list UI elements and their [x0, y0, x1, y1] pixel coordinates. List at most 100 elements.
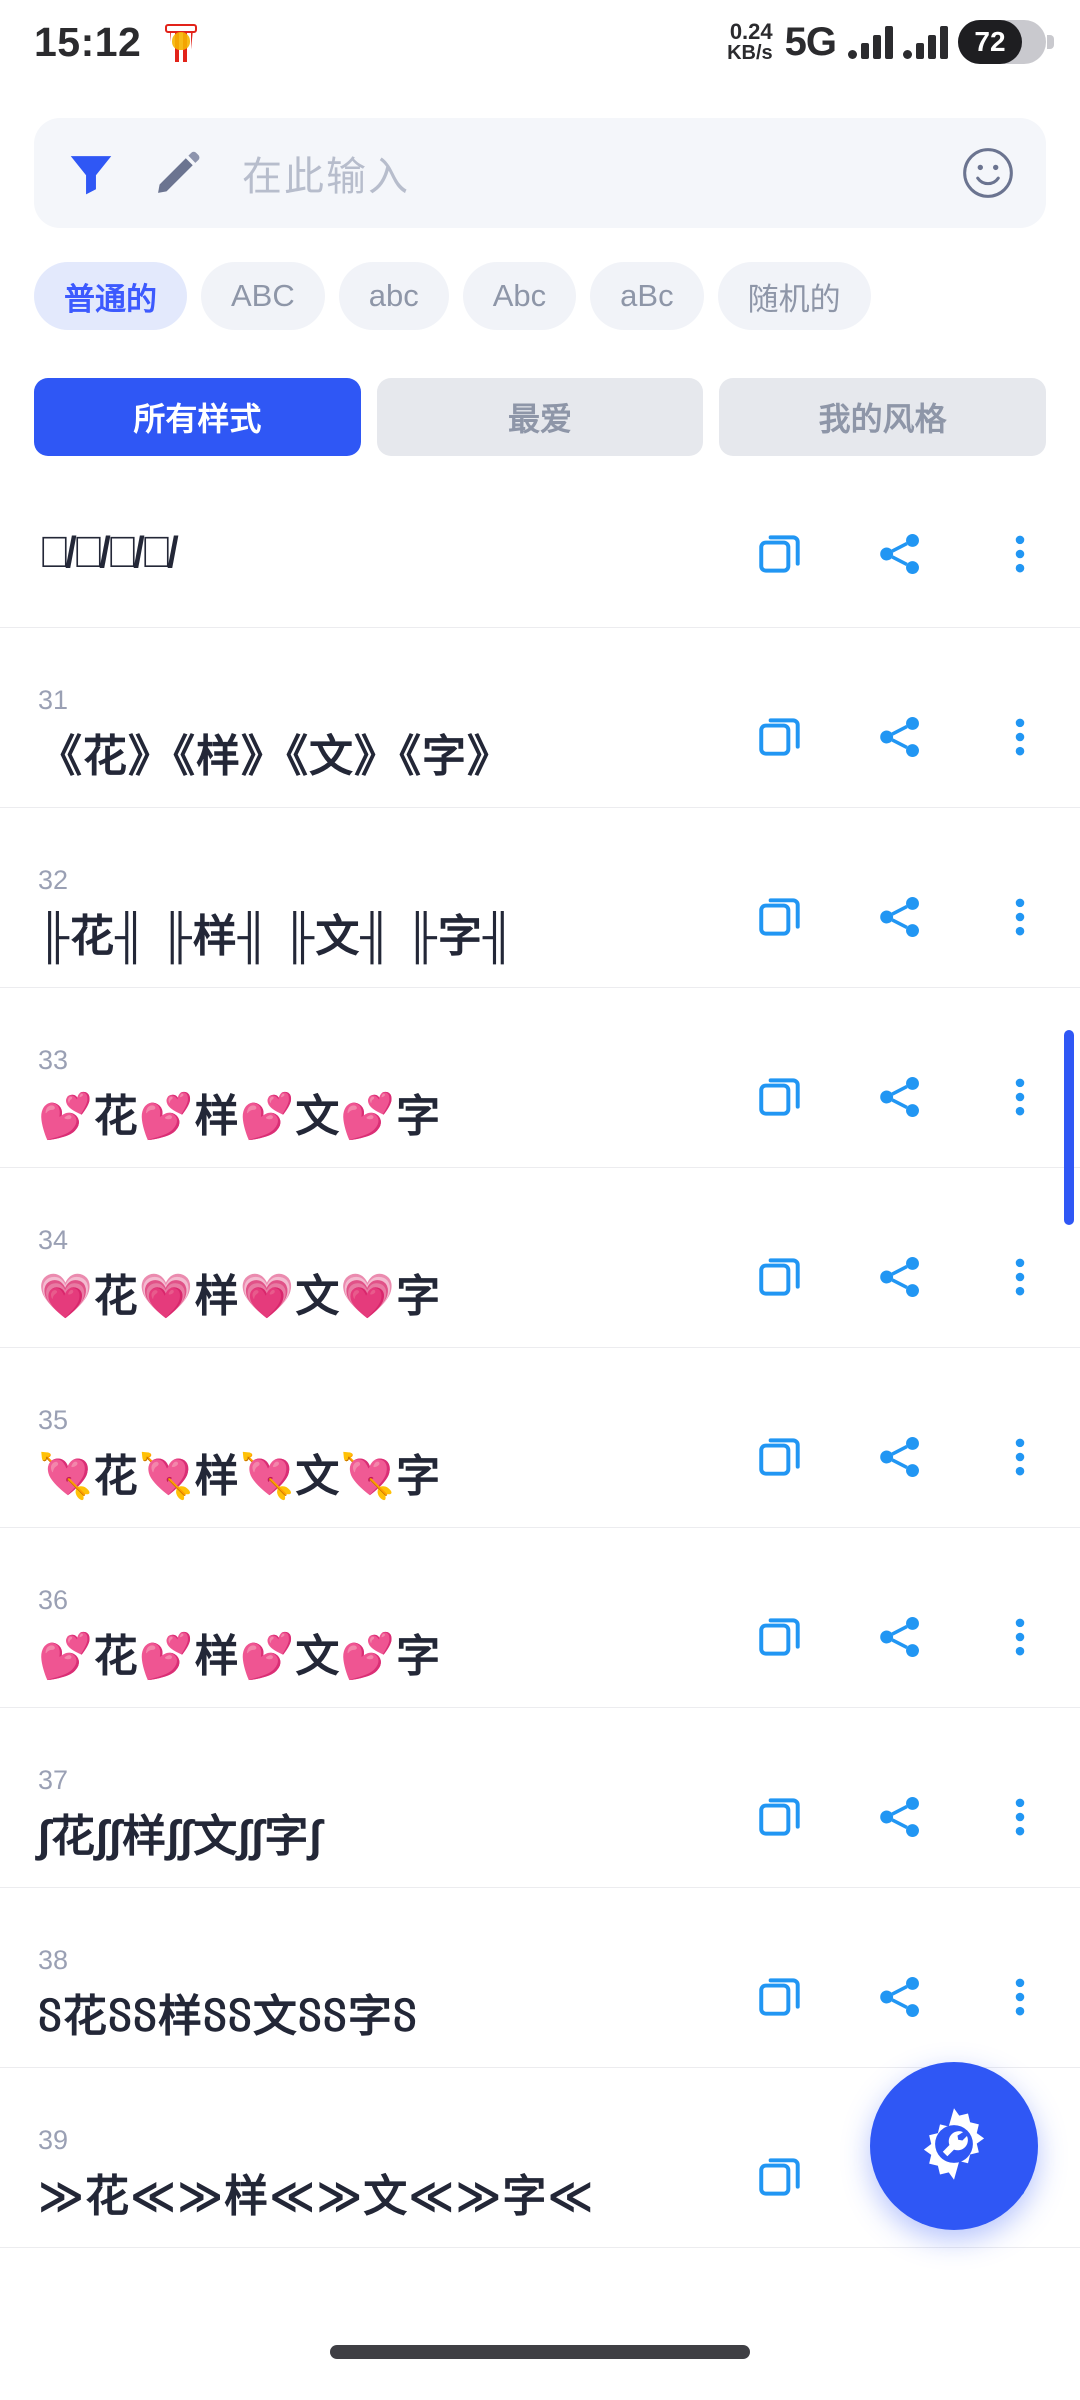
- network-type-label: 5G: [784, 19, 837, 64]
- share-icon[interactable]: [864, 881, 936, 953]
- status-bar: 15:12 0.24 KB/s 5G 72: [0, 0, 1080, 84]
- more-vertical-icon[interactable]: [984, 701, 1056, 773]
- share-icon[interactable]: [864, 1421, 936, 1493]
- row-action-group: [720, 1961, 1080, 2067]
- chip-mixed[interactable]: aBc: [590, 262, 704, 330]
- copy-icon[interactable]: [744, 701, 816, 773]
- kfc-bucket-icon: [163, 20, 199, 64]
- table-row[interactable]: 花̸样̸文̸字̸: [0, 480, 1080, 628]
- copy-icon[interactable]: [744, 1961, 816, 2033]
- table-row[interactable]: 38 ჽ花ჽჽ样ჽჽ文ჽჽ字ჽ: [0, 1888, 1080, 2068]
- tab-my-styles[interactable]: 我的风格: [719, 378, 1047, 456]
- tab-favorites[interactable]: 最爱: [376, 378, 704, 456]
- chip-upper[interactable]: ABC: [201, 262, 325, 330]
- row-content: 38 ჽ花ჽჽ样ჽჽ文ჽჽ字ჽ: [38, 1945, 720, 2067]
- more-vertical-icon[interactable]: [984, 881, 1056, 953]
- style-preview-text: 花̸样̸文̸字̸: [38, 528, 174, 578]
- row-action-group: [720, 1241, 1080, 1347]
- share-icon[interactable]: [864, 1061, 936, 1133]
- row-content: 35 💘花💘样💘文💘字: [38, 1405, 720, 1527]
- signal-bars-icon-2: [903, 25, 948, 59]
- more-vertical-icon[interactable]: [984, 1241, 1056, 1313]
- table-row[interactable]: 33 💕花💕样💕文💕字: [0, 988, 1080, 1168]
- copy-icon[interactable]: [744, 518, 816, 590]
- share-icon[interactable]: [864, 1961, 936, 2033]
- more-vertical-icon[interactable]: [984, 1061, 1056, 1133]
- copy-icon[interactable]: [744, 2141, 816, 2213]
- network-speed-unit: KB/s: [727, 42, 773, 64]
- copy-icon[interactable]: [744, 1781, 816, 1853]
- row-content: 36 💕花💕样💕文💕字: [38, 1585, 720, 1707]
- row-content: 花̸样̸文̸字̸: [38, 528, 720, 579]
- table-row[interactable]: 37 ∫花∫∫样∫∫文∫∫字∫: [0, 1708, 1080, 1888]
- battery-percent-label: 72: [974, 26, 1006, 57]
- smiley-face-icon[interactable]: [960, 145, 1016, 201]
- style-preview-text: ჽ花ჽჽ样ჽჽ文ჽჽ字ჽ: [38, 1992, 418, 2042]
- share-icon[interactable]: [864, 1781, 936, 1853]
- case-filter-chips: 普通的 ABC abc Abc aBc 随机的: [34, 262, 1046, 330]
- share-icon[interactable]: [864, 1241, 936, 1313]
- style-index: 39: [38, 2125, 69, 2156]
- table-row[interactable]: 31 《花》《样》《文》《字》: [0, 628, 1080, 808]
- settings-fab-button[interactable]: [870, 2062, 1038, 2230]
- row-action-group: [720, 1781, 1080, 1887]
- row-action-group: [720, 1601, 1080, 1707]
- more-vertical-icon[interactable]: [984, 518, 1056, 590]
- status-bar-right-cluster: 0.24 KB/s 5G 72: [727, 19, 1054, 65]
- row-action-group: [720, 881, 1080, 987]
- more-vertical-icon[interactable]: [984, 1781, 1056, 1853]
- pencil-icon[interactable]: [152, 147, 204, 199]
- style-index: 32: [38, 865, 69, 896]
- copy-icon[interactable]: [744, 1241, 816, 1313]
- style-index: 38: [38, 1945, 69, 1976]
- share-icon[interactable]: [864, 701, 936, 773]
- settings-gear-icon: [912, 2102, 996, 2191]
- style-preview-text: 💕花💕样💕文💕字: [38, 1092, 442, 1142]
- table-row[interactable]: 36 💕花💕样💕文💕字: [0, 1528, 1080, 1708]
- home-indicator[interactable]: [330, 2345, 750, 2359]
- style-index: 36: [38, 1585, 69, 1616]
- style-index: 35: [38, 1405, 69, 1436]
- style-preview-text: ∫花∫∫样∫∫文∫∫字∫: [38, 1812, 323, 1862]
- search-bar[interactable]: 在此输入: [34, 118, 1046, 228]
- chip-random[interactable]: 随机的: [717, 262, 871, 330]
- tab-bar: 所有样式 最爱 我的风格: [34, 378, 1047, 456]
- row-action-group: [720, 1061, 1080, 1167]
- row-action-group: [720, 1421, 1080, 1527]
- style-preview-text: 💕花💕样💕文💕字: [38, 1632, 442, 1682]
- chip-lower[interactable]: abc: [338, 262, 449, 330]
- row-content: 33 💕花💕样💕文💕字: [38, 1045, 720, 1167]
- search-input[interactable]: 在此输入: [242, 144, 410, 202]
- row-action-group: [720, 701, 1080, 807]
- row-content: 34 💗花💗样💗文💗字: [38, 1225, 720, 1347]
- copy-icon[interactable]: [744, 881, 816, 953]
- filter-funnel-icon[interactable]: [64, 146, 118, 200]
- style-index: 33: [38, 1045, 69, 1076]
- table-row[interactable]: 32 ╟花╢ ╟样╢ ╟文╢ ╟字╢: [0, 808, 1080, 988]
- style-preview-text: 《花》《样》《文》《字》: [38, 732, 512, 782]
- share-icon[interactable]: [864, 1601, 936, 1673]
- style-index: 31: [38, 685, 69, 716]
- share-icon[interactable]: [864, 518, 936, 590]
- system-nav-bar: [0, 2304, 1080, 2400]
- style-index: 37: [38, 1765, 69, 1796]
- table-row[interactable]: 34 💗花💗样💗文💗字: [0, 1168, 1080, 1348]
- more-vertical-icon[interactable]: [984, 1601, 1056, 1673]
- table-row[interactable]: 35 💘花💘样💘文💘字: [0, 1348, 1080, 1528]
- row-content: 31 《花》《样》《文》《字》: [38, 685, 720, 807]
- chip-normal[interactable]: 普通的: [34, 262, 187, 330]
- status-bar-clock: 15:12: [34, 18, 142, 65]
- copy-icon[interactable]: [744, 1421, 816, 1493]
- row-content: 37 ∫花∫∫样∫∫文∫∫字∫: [38, 1765, 720, 1887]
- chip-title[interactable]: Abc: [462, 262, 577, 330]
- more-vertical-icon[interactable]: [984, 1421, 1056, 1493]
- row-action-group: [720, 518, 1080, 590]
- copy-icon[interactable]: [744, 1061, 816, 1133]
- battery-indicator: 72: [958, 20, 1054, 64]
- style-index: 34: [38, 1225, 69, 1256]
- scrollbar-thumb[interactable]: [1064, 1030, 1074, 1225]
- style-preview-text: 💗花💗样💗文💗字: [38, 1272, 442, 1322]
- copy-icon[interactable]: [744, 1601, 816, 1673]
- more-vertical-icon[interactable]: [984, 1961, 1056, 2033]
- tab-all-styles[interactable]: 所有样式: [34, 378, 361, 456]
